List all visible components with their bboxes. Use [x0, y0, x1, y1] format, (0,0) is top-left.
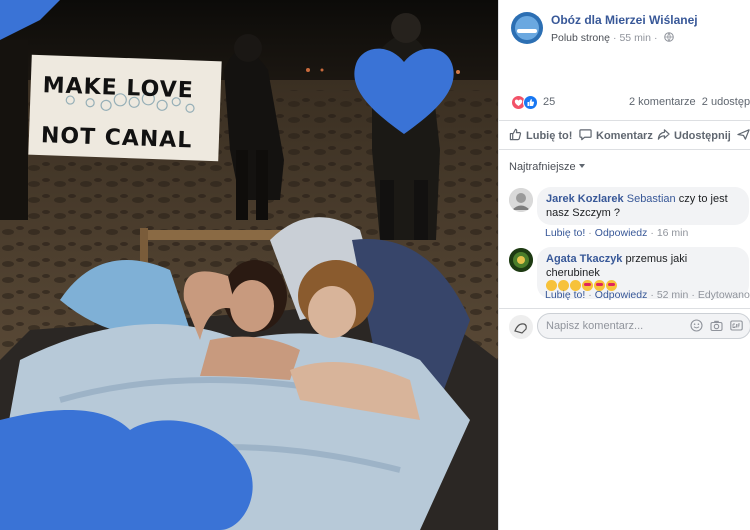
- thumbs-up-icon: [509, 128, 522, 141]
- share-button[interactable]: Udostępnij: [657, 128, 731, 142]
- comment-time[interactable]: 52 min: [657, 289, 689, 301]
- comment-reply-link[interactable]: Odpowiedz: [595, 289, 648, 301]
- comment-reply-link[interactable]: Odpowiedz: [595, 227, 648, 239]
- comment-button-label: Komentarz: [596, 130, 653, 142]
- camera-icon[interactable]: [710, 319, 723, 332]
- post-photo[interactable]: MAKE LOVE NOT CANAL: [0, 0, 498, 530]
- comment-icon: [579, 129, 592, 141]
- sort-label: Najtrafniejsze: [509, 161, 576, 173]
- like-button[interactable]: Lubię to!: [509, 128, 572, 142]
- comment-meta: Lubię to! · Odpowiedz · 16 min: [545, 227, 689, 239]
- like-button-label: Lubię to!: [526, 130, 573, 142]
- emoji-icon[interactable]: [690, 319, 703, 332]
- comment-like-link[interactable]: Lubię to!: [545, 227, 585, 239]
- comment-sort-dropdown[interactable]: Najtrafniejsze: [509, 161, 585, 173]
- forward-icon: [737, 129, 750, 140]
- comment-button[interactable]: Komentarz: [579, 128, 653, 142]
- reactions-bar: 25 2 komentarze 2 udostępni: [509, 94, 750, 112]
- like-reaction-icon[interactable]: [523, 95, 538, 110]
- comments-count-link[interactable]: 2 komentarze: [629, 96, 696, 108]
- page-meta: Polub stronę · 55 min ·: [551, 32, 675, 44]
- divider: [499, 308, 750, 309]
- globe-icon: [664, 32, 675, 42]
- messenger-share-button[interactable]: [737, 128, 750, 142]
- comment-item: Jarek Kozlarek Sebastian czy to jest nas…: [509, 187, 749, 243]
- comment-bubble: Jarek Kozlarek Sebastian czy to jest nas…: [537, 187, 749, 225]
- reactions-count[interactable]: 25: [543, 96, 555, 108]
- post-timestamp[interactable]: 55 min: [619, 32, 651, 44]
- page-avatar[interactable]: [511, 12, 543, 44]
- commenter-avatar[interactable]: [509, 248, 533, 272]
- comment-like-link[interactable]: Lubię to!: [545, 289, 585, 301]
- comment-edited-label[interactable]: Edytowano: [698, 289, 750, 301]
- comment-meta: Lubię to! · Odpowiedz · 52 min · Edytowano: [545, 289, 750, 301]
- caret-down-icon: [578, 164, 585, 168]
- share-icon: [657, 129, 670, 140]
- comment-time[interactable]: 16 min: [657, 227, 689, 239]
- comment-composer: [509, 313, 750, 341]
- post-actions: Lubię to! Komentarz Udostępnij: [499, 120, 750, 150]
- photo-scene: [0, 0, 498, 530]
- comment-author-link[interactable]: Jarek Kozlarek: [546, 193, 624, 205]
- comment-mention-link[interactable]: Sebastian: [627, 193, 676, 205]
- comment-item: Agata Tkaczyk przemus jaki cherubinek Lu…: [509, 247, 750, 303]
- current-user-avatar: [509, 315, 533, 339]
- composer-icons: [683, 319, 743, 333]
- page-name-link[interactable]: Obóz dla Mierzei Wiślanej: [551, 13, 698, 27]
- post-side-panel: Obóz dla Mierzei Wiślanej Polub stronę · 5…: [498, 0, 750, 530]
- share-button-label: Udostępnij: [674, 130, 731, 142]
- comment-author-link[interactable]: Agata Tkaczyk: [546, 253, 622, 265]
- like-page-link[interactable]: Polub stronę: [551, 32, 610, 44]
- gif-icon[interactable]: [730, 319, 743, 332]
- comments-shares-stats: 2 komentarze 2 udostępni: [629, 96, 750, 108]
- commenter-avatar[interactable]: [509, 188, 533, 212]
- post-header: Obóz dla Mierzei Wiślanej Polub stronę · 5…: [511, 10, 747, 50]
- shares-count-link[interactable]: 2 udostępni: [702, 96, 750, 108]
